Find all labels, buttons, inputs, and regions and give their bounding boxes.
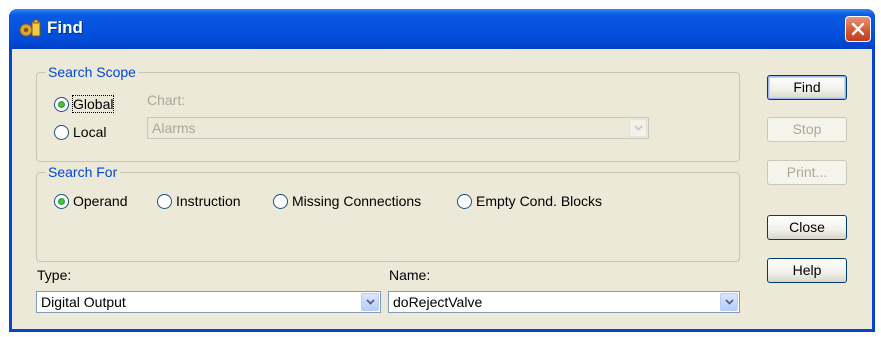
name-select-value: doRejectValve	[393, 294, 483, 310]
radio-missing-connections-indicator	[273, 193, 288, 209]
stop-button[interactable]: Stop	[767, 117, 847, 142]
radio-instruction-indicator	[157, 193, 172, 209]
radio-global[interactable]: Global	[54, 95, 115, 113]
type-select[interactable]: Digital Output	[36, 291, 381, 313]
radio-local-indicator	[54, 124, 69, 140]
window-close-button[interactable]	[845, 16, 871, 42]
title-bar[interactable]: Find	[9, 9, 875, 49]
close-icon	[851, 22, 865, 36]
chart-select: Alarms	[147, 117, 649, 139]
find-app-icon	[19, 19, 41, 37]
type-select-arrow[interactable]	[361, 293, 379, 311]
name-select-arrow[interactable]	[720, 293, 738, 311]
search-scope-legend: Search Scope	[45, 64, 139, 80]
help-button[interactable]: Help	[767, 258, 847, 283]
radio-operand-indicator	[54, 193, 69, 209]
dialog-title: Find	[47, 18, 83, 37]
type-select-value: Digital Output	[41, 294, 126, 310]
radio-empty-cond-blocks-indicator	[457, 193, 472, 209]
radio-global-label: Global	[71, 95, 115, 113]
find-dialog: Find Search Scope Global Local Chart: Al…	[9, 9, 875, 332]
chevron-down-icon	[366, 299, 375, 305]
chart-select-arrow	[629, 119, 647, 137]
chevron-down-icon	[634, 125, 643, 131]
radio-instruction[interactable]: Instruction	[157, 192, 241, 210]
search-for-legend: Search For	[45, 164, 121, 180]
chart-label: Chart:	[147, 92, 186, 108]
radio-operand[interactable]: Operand	[54, 192, 127, 210]
chart-select-value: Alarms	[152, 120, 196, 136]
radio-missing-connections-label: Missing Connections	[292, 193, 422, 209]
radio-empty-cond-blocks[interactable]: Empty Cond. Blocks	[457, 192, 602, 210]
name-label: Name:	[389, 267, 431, 283]
radio-local[interactable]: Local	[54, 123, 106, 141]
radio-instruction-label: Instruction	[176, 193, 241, 209]
name-select[interactable]: doRejectValve	[388, 291, 740, 313]
print-button[interactable]: Print...	[767, 160, 847, 185]
search-scope-group: Search Scope Global Local Chart: Alarms	[36, 64, 740, 162]
search-for-group: Search For Operand Instruction Missing C…	[36, 164, 740, 262]
find-button[interactable]: Find	[767, 75, 847, 100]
type-label: Type:	[37, 267, 72, 283]
radio-empty-cond-blocks-label: Empty Cond. Blocks	[476, 193, 603, 209]
radio-missing-connections[interactable]: Missing Connections	[273, 192, 421, 210]
close-button[interactable]: Close	[767, 215, 847, 240]
radio-operand-label: Operand	[73, 193, 128, 209]
chevron-down-icon	[725, 299, 734, 305]
radio-global-indicator	[54, 96, 69, 112]
radio-local-label: Local	[73, 124, 107, 140]
